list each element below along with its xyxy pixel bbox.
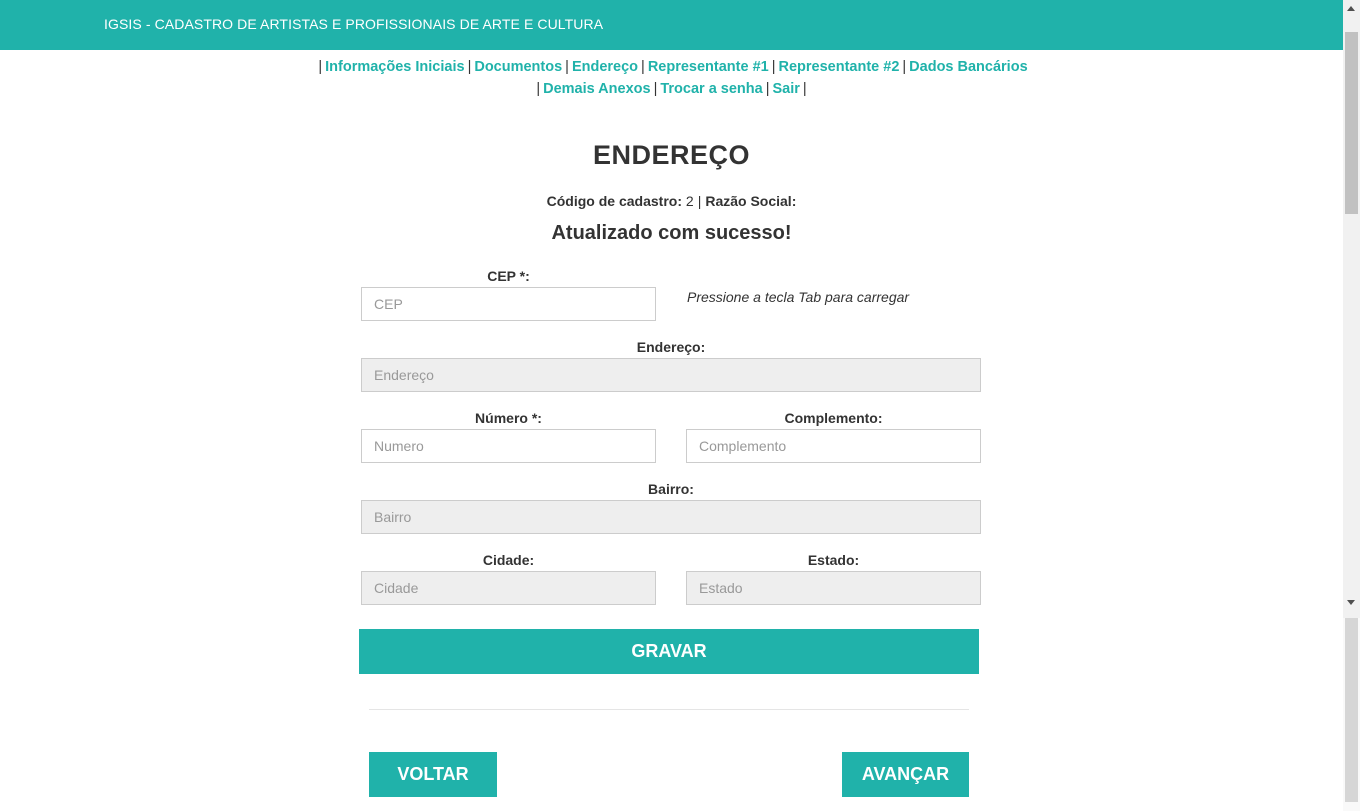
nav-link-representante-1[interactable]: Representante #1	[648, 59, 769, 75]
nav-separator: |	[802, 81, 807, 97]
cidade-label: Cidade:	[482, 552, 535, 568]
info-separator: |	[697, 193, 702, 209]
numero-label: Número *:	[475, 410, 542, 426]
nav-separator: |	[467, 59, 472, 75]
nav-row-2: | Demais Anexos | Trocar a senha | Sair |	[0, 78, 1343, 100]
numero-input[interactable]	[361, 429, 656, 463]
scroll-up-arrow-icon[interactable]	[1347, 6, 1355, 11]
code-label: Código de cadastro:	[546, 193, 682, 209]
divider	[369, 709, 969, 710]
cep-hint: Pressione a tecla Tab para carregar	[687, 289, 910, 305]
bairro-label: Bairro:	[648, 481, 694, 497]
nav-separator: |	[902, 59, 907, 75]
page-title: ENDEREÇO	[592, 140, 751, 170]
section-nav: | Informações Iniciais | Documentos | Endereç…	[0, 56, 1343, 100]
top-header-bar: IGSIS - CADASTRO DE ARTISTAS E PROFISSIO…	[0, 0, 1343, 50]
complemento-input[interactable]	[686, 429, 981, 463]
inner-scrollbar-track[interactable]	[1343, 618, 1360, 811]
cidade-input[interactable]	[361, 571, 656, 605]
avancar-button[interactable]: AVANÇAR	[842, 752, 969, 797]
scrollbar-thumb[interactable]	[1345, 32, 1358, 214]
code-value: 2	[685, 193, 694, 209]
voltar-button[interactable]: VOLTAR	[369, 752, 497, 797]
nav-link-trocar-senha[interactable]: Trocar a senha	[660, 81, 762, 97]
estado-input[interactable]	[686, 571, 981, 605]
scroll-down-arrow-icon[interactable]	[1347, 600, 1355, 605]
nav-separator: |	[771, 59, 776, 75]
gravar-button[interactable]: GRAVAR	[359, 629, 979, 674]
estado-label: Estado:	[807, 552, 860, 568]
registration-info: Código de cadastro: 2 | Razão Social:	[0, 193, 1343, 209]
cep-label: CEP *:	[487, 268, 530, 284]
nav-link-endereco[interactable]: Endereço	[572, 59, 638, 75]
cep-input[interactable]	[361, 287, 656, 321]
nav-separator: |	[565, 59, 569, 75]
complemento-label: Complemento:	[784, 410, 883, 426]
nav-separator: |	[318, 59, 323, 75]
inner-scrollbar-thumb[interactable]	[1345, 618, 1358, 802]
nav-separator: |	[641, 59, 645, 75]
vertical-scrollbar[interactable]	[1343, 0, 1360, 811]
endereco-input[interactable]	[361, 358, 981, 392]
nav-separator: |	[536, 81, 541, 97]
app-title: IGSIS - CADASTRO DE ARTISTAS E PROFISSIO…	[104, 16, 604, 32]
nav-link-documentos[interactable]: Documentos	[474, 59, 562, 75]
nav-link-demais-anexos[interactable]: Demais Anexos	[543, 81, 650, 97]
nav-link-sair[interactable]: Sair	[772, 81, 799, 97]
nav-link-informacoes-iniciais[interactable]: Informações Iniciais	[325, 59, 464, 75]
nav-row-1: | Informações Iniciais | Documentos | Endereç…	[0, 56, 1343, 78]
nav-separator: |	[653, 81, 658, 97]
nav-link-dados-bancarios[interactable]: Dados Bancários	[909, 59, 1027, 75]
success-message: Atualizado com sucesso!	[551, 222, 792, 244]
razao-social-label: Razão Social:	[705, 193, 797, 209]
nav-separator: |	[765, 81, 770, 97]
endereco-label: Endereço:	[636, 339, 706, 355]
bairro-input[interactable]	[361, 500, 981, 534]
nav-link-representante-2[interactable]: Representante #2	[779, 59, 900, 75]
